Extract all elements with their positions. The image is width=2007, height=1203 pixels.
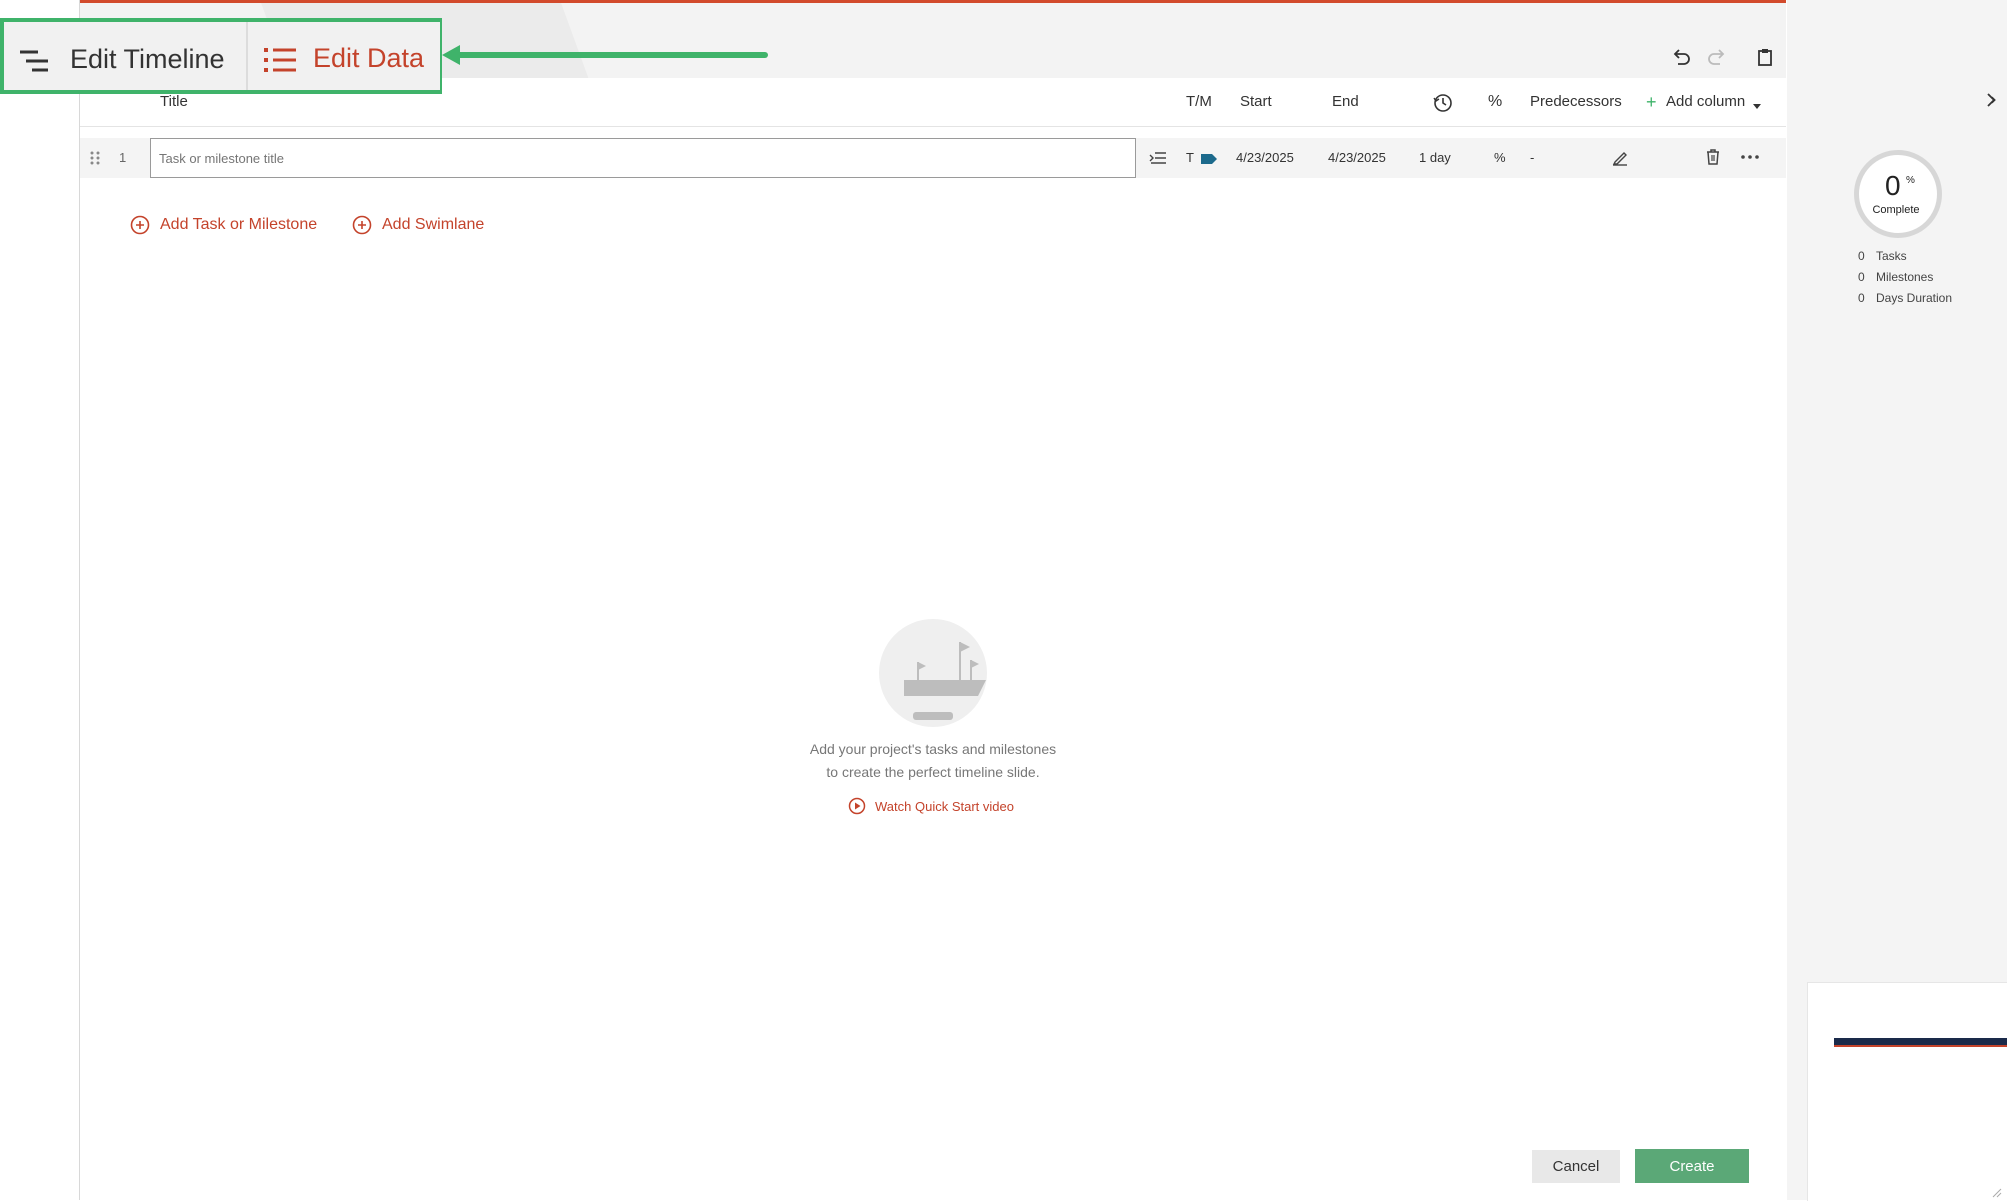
- column-start[interactable]: Start: [1240, 78, 1272, 126]
- expand-panel-icon[interactable]: [1986, 92, 1998, 108]
- resize-grip-icon[interactable]: [1990, 1185, 2002, 1198]
- row-index: 1: [119, 150, 127, 165]
- milestones-label: Milestones: [1876, 270, 1934, 284]
- completion-label: Complete: [1872, 204, 1920, 216]
- column-end[interactable]: End: [1332, 78, 1359, 126]
- add-circle-icon: [352, 215, 372, 235]
- chevron-down-icon[interactable]: [1752, 98, 1762, 109]
- empty-state-line1: Add your project's tasks and milestones: [809, 741, 1057, 757]
- add-task-label: Add Task or Milestone: [160, 216, 318, 233]
- preview-timeline-bar: [1834, 1038, 2007, 1047]
- add-swimlane-button[interactable]: Add Swimlane: [352, 212, 484, 238]
- completion-percent-symbol: %: [1906, 175, 1915, 186]
- timeline-icon: [18, 48, 50, 74]
- add-column-plus-icon[interactable]: +: [1646, 78, 1657, 126]
- play-circle-icon: [848, 797, 866, 815]
- add-task-button[interactable]: Add Task or Milestone: [130, 212, 317, 238]
- create-button[interactable]: Create: [1635, 1149, 1749, 1183]
- task-percent[interactable]: %: [1494, 138, 1506, 178]
- column-type: T/M: [1186, 93, 1212, 110]
- more-options-icon[interactable]: [1740, 150, 1760, 164]
- undo-icon[interactable]: [1670, 46, 1692, 68]
- task-predecessors[interactable]: -: [1530, 138, 1534, 178]
- column-predecessors[interactable]: Predecessors: [1530, 78, 1622, 126]
- indent-icon[interactable]: [1148, 148, 1168, 168]
- cancel-button[interactable]: Cancel: [1532, 1150, 1620, 1183]
- quick-start-video-link[interactable]: Watch Quick Start video: [848, 796, 1014, 816]
- edit-note-icon[interactable]: [1610, 148, 1630, 168]
- drag-handle-icon[interactable]: [88, 150, 102, 166]
- days-label: Days Duration: [1876, 291, 1953, 305]
- completion-percent-value: 0: [1885, 170, 1901, 201]
- task-type-tag-icon[interactable]: [1200, 152, 1218, 164]
- top-accent-bar: [80, 0, 1786, 3]
- left-gutter: [0, 0, 80, 1200]
- empty-state-line2: to create the perfect timeline slide.: [826, 764, 1040, 780]
- tasks-count: 0: [1858, 249, 1865, 263]
- column-percent[interactable]: %: [1488, 78, 1502, 126]
- task-title-input[interactable]: [150, 138, 1136, 178]
- redo-icon[interactable]: [1706, 46, 1728, 68]
- task-end-date[interactable]: 4/23/2025: [1328, 138, 1386, 178]
- slide-preview[interactable]: [1807, 982, 2007, 1201]
- task-type-value[interactable]: T: [1186, 138, 1194, 178]
- days-count: 0: [1858, 291, 1865, 305]
- empty-state-message: Add your project's tasks and milestones …: [700, 738, 1166, 784]
- editor-main: [80, 0, 1786, 1200]
- timeline-illustration-icon: [878, 618, 988, 728]
- annotation-arrow-head: [442, 45, 460, 65]
- tasks-label: Tasks: [1876, 249, 1907, 263]
- tab-edit-data-label: Edit Data: [313, 43, 425, 73]
- milestones-count: 0: [1858, 270, 1865, 284]
- delete-row-icon[interactable]: [1703, 147, 1723, 167]
- task-start-date[interactable]: 4/23/2025: [1236, 138, 1294, 178]
- list-icon: [263, 46, 297, 74]
- annotation-arrow: [455, 52, 768, 58]
- add-circle-icon: [130, 215, 150, 235]
- add-swimlane-label: Add Swimlane: [382, 216, 485, 233]
- quick-start-video-label: Watch Quick Start video: [875, 798, 1014, 814]
- add-column-button[interactable]: Add column: [1666, 78, 1745, 126]
- clipboard-icon[interactable]: [1754, 46, 1776, 68]
- tab-edit-timeline-label: Edit Timeline: [70, 44, 225, 74]
- duration-column-icon[interactable]: [1432, 92, 1454, 114]
- task-duration[interactable]: 1 day: [1419, 138, 1451, 178]
